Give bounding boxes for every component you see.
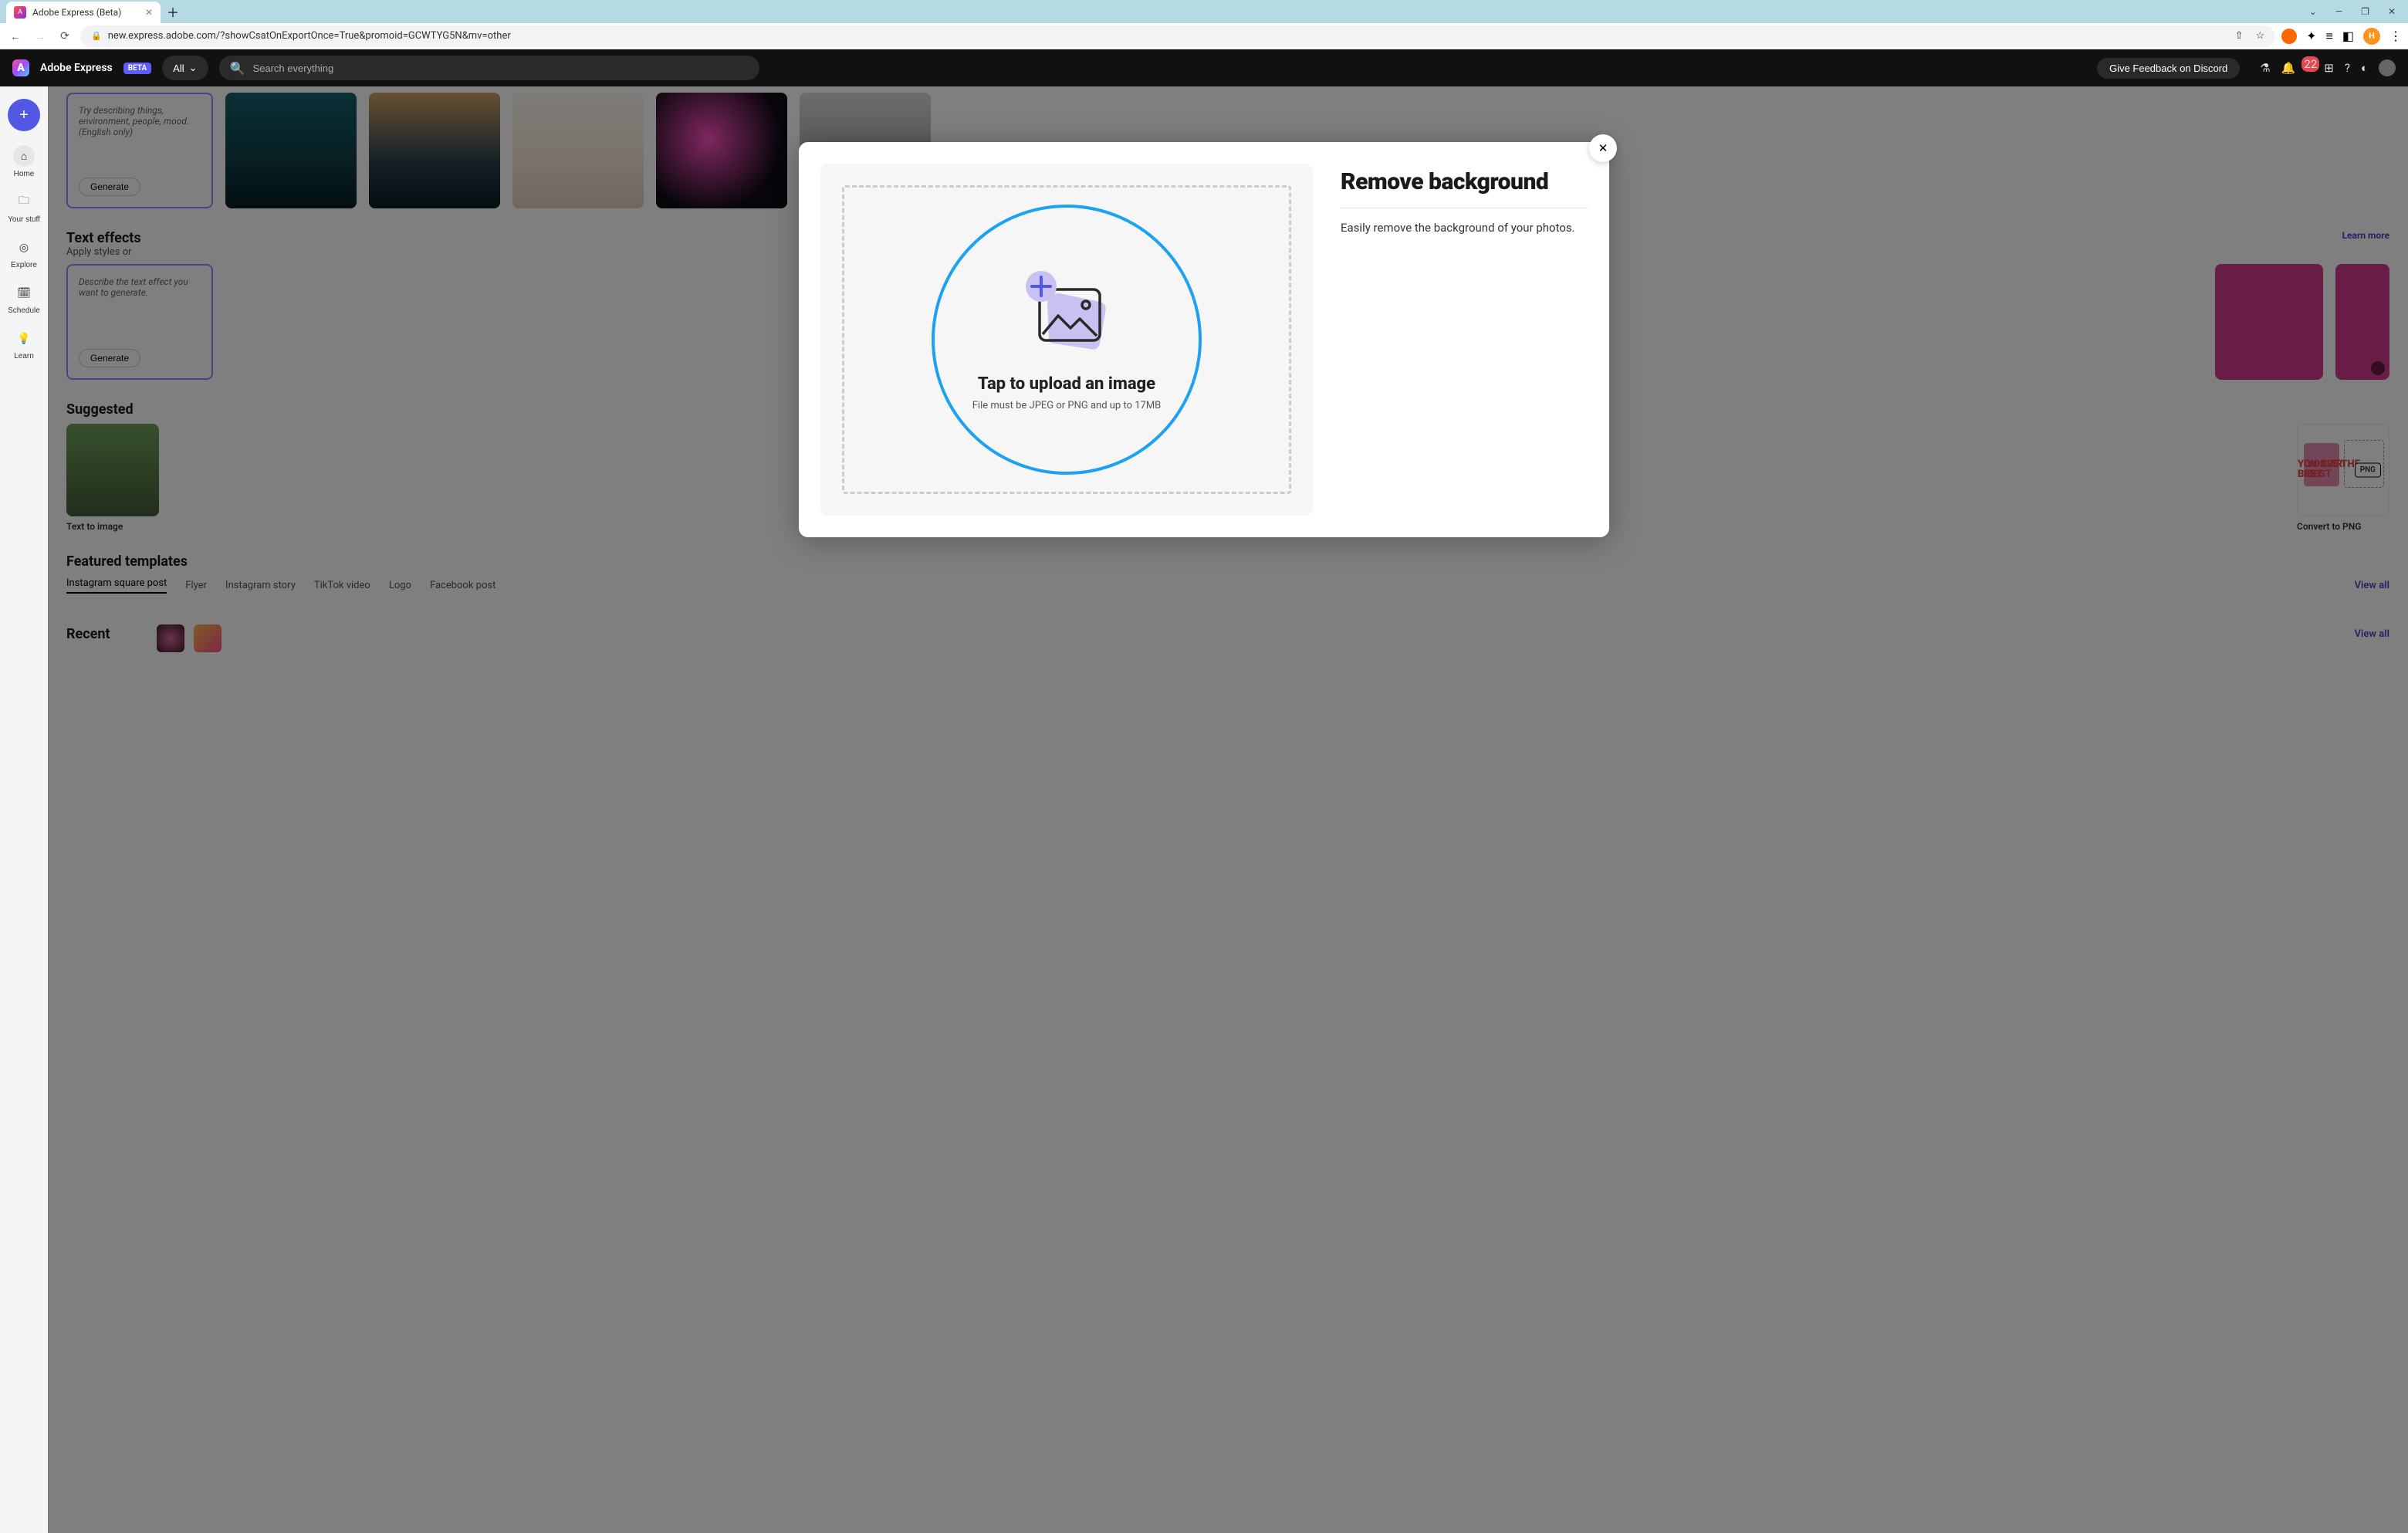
beaker-icon[interactable]: ⚗ <box>2260 61 2270 75</box>
chrome-menu-icon[interactable]: ⋮ <box>2389 29 2402 43</box>
create-new-button[interactable]: + <box>8 99 40 131</box>
notifications-icon[interactable]: 🔔22 <box>2281 61 2314 75</box>
reload-button[interactable]: ⟳ <box>56 27 74 46</box>
url-text: new.express.adobe.com/?showCsatOnExportO… <box>108 30 511 42</box>
extension-icons: ✦ ≡ ◧ H ⋮ <box>2281 28 2402 45</box>
window-titlebar: A Adobe Express (Beta) ✕ ＋ ⌄ — ❐ ✕ <box>0 0 2408 23</box>
nav-schedule[interactable]: 🗓 Schedule <box>0 277 48 320</box>
browser-tab[interactable]: A Adobe Express (Beta) ✕ <box>6 2 161 23</box>
adobe-logo[interactable]: A <box>12 59 29 76</box>
compass-icon: ◎ <box>13 236 35 258</box>
cloud-icon[interactable]: ◐ <box>2361 61 2368 75</box>
nav-learn[interactable]: 💡 Learn <box>0 323 48 365</box>
url-field[interactable]: 🔒 new.express.adobe.com/?showCsatOnExpor… <box>80 25 2275 47</box>
share-icon[interactable]: ⇧ <box>2235 30 2244 42</box>
profile-avatar[interactable] <box>2379 59 2396 76</box>
remove-background-modal: ✕ Tap to upload an image File must be JP… <box>799 142 1609 537</box>
nav-explore[interactable]: ◎ Explore <box>0 232 48 274</box>
chevron-down-icon[interactable]: ⌄ <box>2309 6 2317 17</box>
window-controls: ⌄ — ❐ ✕ <box>2309 6 2408 17</box>
favicon: A <box>14 6 26 19</box>
upload-drop-zone[interactable]: Tap to upload an image File must be JPEG… <box>842 185 1291 494</box>
nav-your-stuff[interactable]: 🗀 Your stuff <box>0 186 48 228</box>
feedback-button[interactable]: Give Feedback on Discord <box>2097 58 2240 79</box>
reading-list-icon[interactable]: ≡ <box>2326 29 2333 44</box>
close-modal-button[interactable]: ✕ <box>1589 134 1617 162</box>
extension-icon[interactable] <box>2281 29 2297 44</box>
close-tab-icon[interactable]: ✕ <box>145 7 153 18</box>
new-tab-button[interactable]: ＋ <box>167 2 179 21</box>
side-panel-icon[interactable]: ◧ <box>2342 29 2354 43</box>
back-button[interactable]: ← <box>6 27 25 46</box>
brand-name: Adobe Express <box>40 62 113 74</box>
puzzle-icon[interactable]: ✦ <box>2306 29 2316 43</box>
home-icon: ⌂ <box>13 145 35 167</box>
bookmark-icon[interactable]: ☆ <box>2255 30 2264 42</box>
calendar-icon: 🗓 <box>13 282 35 303</box>
search-field[interactable]: 🔍 <box>219 56 759 80</box>
chevron-down-icon: ⌄ <box>189 62 198 74</box>
lock-icon: 🔒 <box>91 31 102 41</box>
upload-circle[interactable]: Tap to upload an image File must be JPEG… <box>932 205 1202 475</box>
window-maximize-icon[interactable]: ❐ <box>2361 6 2369 17</box>
lightbulb-icon: 💡 <box>13 327 35 349</box>
browser-toolbar: ← → ⟳ 🔒 new.express.adobe.com/?showCsatO… <box>0 23 2408 49</box>
help-icon[interactable]: ? <box>2345 61 2350 75</box>
beta-badge: BETA <box>123 63 151 74</box>
profile-avatar[interactable]: H <box>2363 28 2380 45</box>
tab-title: Adobe Express (Beta) <box>32 7 121 18</box>
search-filter-dropdown[interactable]: All ⌄ <box>162 56 208 80</box>
modal-description: Easily remove the background of your pho… <box>1341 221 1588 235</box>
apps-icon[interactable]: ⊞ <box>2324 61 2334 75</box>
modal-info-panel: Remove background Easily remove the back… <box>1341 164 1588 516</box>
nav-home[interactable]: ⌂ Home <box>0 140 48 183</box>
modal-title: Remove background <box>1341 168 1588 195</box>
folder-icon: 🗀 <box>13 191 35 212</box>
forward-button[interactable]: → <box>31 27 49 46</box>
left-nav-rail: + ⌂ Home 🗀 Your stuff ◎ Explore 🗓 Schedu… <box>0 86 48 1533</box>
upload-title: Tap to upload an image <box>978 374 1155 394</box>
search-input[interactable] <box>252 63 748 74</box>
upload-subtitle: File must be JPEG or PNG and up to 17MB <box>972 400 1162 411</box>
window-close-icon[interactable]: ✕ <box>2388 6 2396 17</box>
window-minimize-icon[interactable]: — <box>2335 6 2342 17</box>
app-header: A Adobe Express BETA All ⌄ 🔍 Give Feedba… <box>0 49 2408 86</box>
upload-panel: Tap to upload an image File must be JPEG… <box>820 164 1313 516</box>
upload-image-icon <box>1016 268 1117 353</box>
search-icon: 🔍 <box>230 61 245 76</box>
